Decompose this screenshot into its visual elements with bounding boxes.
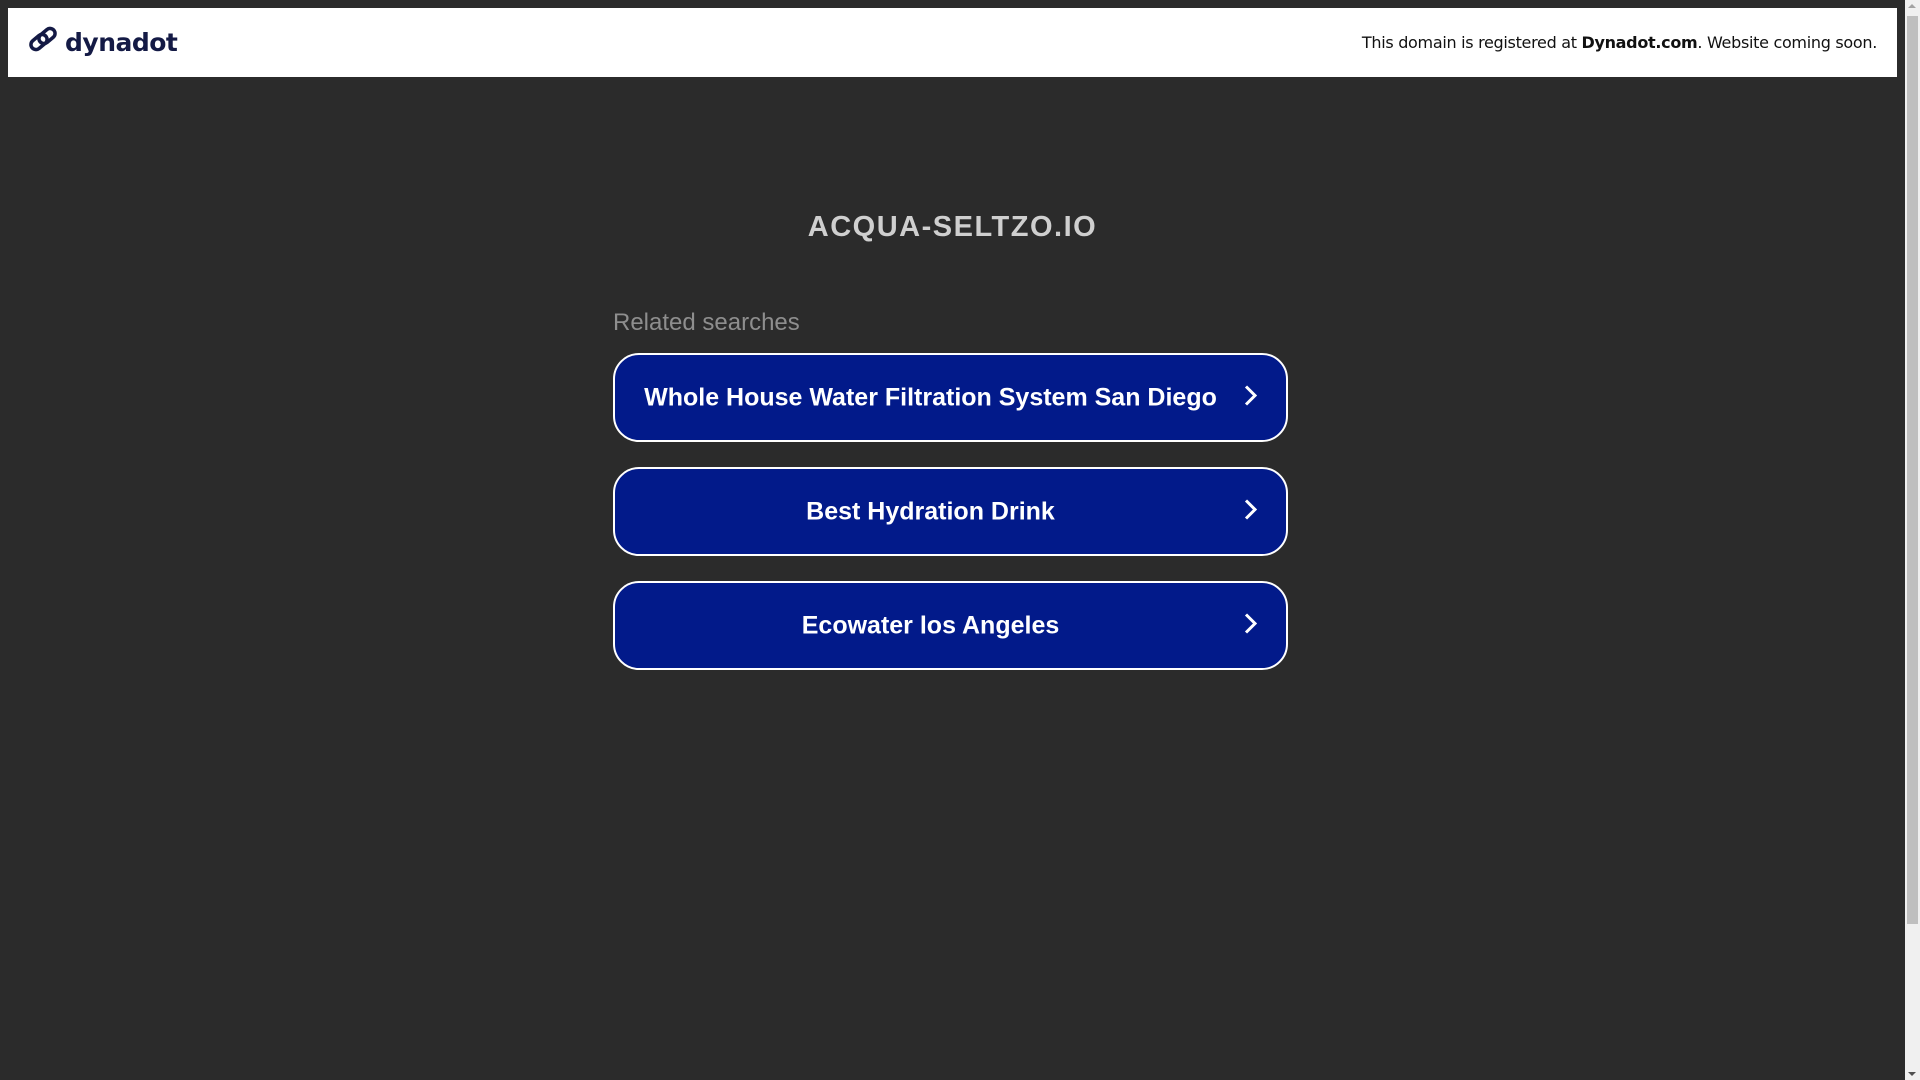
scroll-up-icon[interactable] [1908, 4, 1916, 8]
dynadot-logo[interactable]: dynadot [27, 24, 178, 61]
scroll-down-icon[interactable] [1908, 1072, 1916, 1076]
logo-text: dynadot [65, 28, 178, 57]
notice-prefix: This domain is registered at [1361, 33, 1582, 52]
domain-title: ACQUA-SELTZO.IO [807, 211, 1098, 243]
related-searches-label: Related searches [613, 309, 800, 336]
top-banner: dynadot This domain is registered at Dyn… [8, 8, 1897, 77]
chevron-right-icon [1242, 497, 1258, 526]
search-link-label: Whole House Water Filtration System San … [644, 383, 1217, 411]
chevron-right-icon [1242, 611, 1258, 640]
search-link-button[interactable]: Best Hydration Drink [613, 467, 1288, 556]
chain-link-icon [27, 24, 59, 61]
search-link-label: Ecowater los Angeles [801, 611, 1060, 639]
vertical-scrollbar[interactable] [1905, 0, 1920, 1080]
registration-notice: This domain is registered at Dynadot.com… [1362, 33, 1877, 52]
notice-suffix: . Website coming soon. [1697, 33, 1877, 52]
search-link-button[interactable]: Ecowater los Angeles [613, 581, 1288, 670]
search-link-label: Best Hydration Drink [806, 497, 1055, 525]
scrollbar-thumb[interactable] [1907, 16, 1918, 924]
chevron-right-icon [1242, 383, 1258, 412]
search-link-button[interactable]: Whole House Water Filtration System San … [613, 353, 1288, 442]
dynadot-link[interactable]: Dynadot.com [1581, 33, 1697, 52]
